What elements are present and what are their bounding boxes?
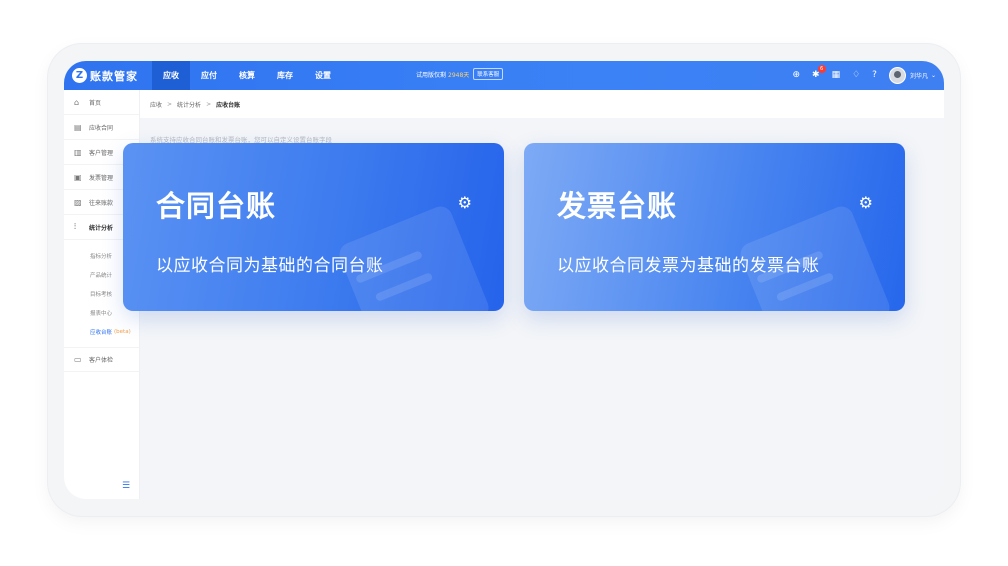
sidebar-item-label: 客户管理 [89, 149, 114, 157]
sidebar-item-label: 往来账款 [89, 199, 114, 207]
sidebar-subitem-label: 应收台账 [90, 329, 113, 336]
avatar[interactable] [888, 67, 906, 84]
topbar-actions: ⊕ ✱ 6 ▦ ♢ ? 刘华凡 ⌄ [780, 61, 936, 90]
chevron-down-icon[interactable]: ⌄ [931, 72, 936, 79]
nav-tab-receivable[interactable]: 应收 [152, 61, 190, 90]
sidebar-item-label: 客户体检 [89, 357, 114, 364]
breadcrumb-item[interactable]: 统计分析 [177, 100, 201, 109]
card-title: 发票台账 [557, 189, 678, 223]
app-logo[interactable]: Z 账款管家 [72, 68, 152, 84]
card-subtitle: 以应收合同发票为基础的发票台账 [557, 256, 820, 276]
chart-icon: ⫶ [74, 222, 76, 231]
sidebar-item-label: 统计分析 [89, 224, 114, 232]
contact-support-button[interactable]: 联系客服 [473, 68, 504, 80]
sidebar-item-home[interactable]: ⌂ 首页 [64, 90, 139, 115]
sidebar-item-label: 首页 [89, 99, 102, 107]
sidebar-item-label: 应收合同 [89, 124, 114, 132]
customer-icon: ▥ [74, 147, 82, 157]
nav-tab-settings[interactable]: 设置 [304, 61, 342, 90]
account-icon: ▨ [74, 197, 82, 207]
add-circle-icon[interactable]: ⊕ [792, 71, 800, 80]
trial-days: 2948天 [448, 71, 470, 79]
trial-prefix: 试用版仅剩 [416, 71, 447, 79]
trial-notice: 试用版仅剩 2948天 联系客服 [416, 68, 504, 80]
nav-tab-accounting[interactable]: 核算 [228, 61, 266, 90]
sidebar-subitem-ledger[interactable]: 应收台账 (beta) [64, 322, 139, 341]
checkup-icon: ▭ [74, 355, 82, 364]
sidebar-item-contracts[interactable]: ▤ 应收合同 [64, 115, 139, 140]
nav-tab-inventory[interactable]: 库存 [266, 61, 304, 90]
contract-ledger-card[interactable]: 合同台账 以应收合同为基础的合同台账 ⚙ [123, 143, 504, 311]
breadcrumb-separator: > [206, 100, 212, 108]
sidebar-item-checkup[interactable]: ▭ 客户体检 [64, 347, 139, 372]
beta-tag: (beta) [114, 328, 131, 335]
collapse-menu-icon[interactable]: ☰ [122, 481, 130, 491]
breadcrumb-current: 应收台账 [216, 101, 241, 109]
invoice-ledger-card[interactable]: 发票台账 以应收合同发票为基础的发票台账 ⚙ [524, 143, 905, 311]
gear-icon[interactable]: ⚙ [859, 193, 873, 212]
user-name[interactable]: 刘华凡 [910, 71, 928, 80]
card-title: 合同台账 [156, 189, 277, 223]
sidebar-item-label: 发票管理 [89, 174, 114, 182]
top-bar: Z 账款管家 应收 应付 核算 库存 设置 试用版仅剩 2948天 联系客服 ⊕… [64, 61, 944, 90]
nav-tab-payable[interactable]: 应付 [190, 61, 228, 90]
logo-icon: Z [72, 68, 87, 83]
home-icon: ⌂ [74, 97, 80, 107]
bell-icon[interactable]: ✱ 6 [812, 65, 826, 80]
service-icon[interactable]: ♢ [852, 71, 860, 80]
breadcrumb: 应收 > 统计分析 > 应收台账 [140, 90, 944, 118]
invoice-icon: ▣ [74, 172, 82, 182]
breadcrumb-separator: > [167, 100, 173, 108]
breadcrumb-item[interactable]: 应收 [150, 100, 162, 109]
apps-grid-icon[interactable]: ▦ [832, 71, 841, 80]
gear-icon[interactable]: ⚙ [458, 193, 472, 212]
notification-badge: 6 [817, 65, 826, 73]
app-name: 账款管家 [90, 69, 138, 83]
contract-icon: ▤ [74, 122, 82, 132]
help-icon[interactable]: ? [872, 71, 877, 80]
main-nav: 应收 应付 核算 库存 设置 [152, 61, 342, 90]
card-subtitle: 以应收合同为基础的合同台账 [156, 256, 384, 276]
